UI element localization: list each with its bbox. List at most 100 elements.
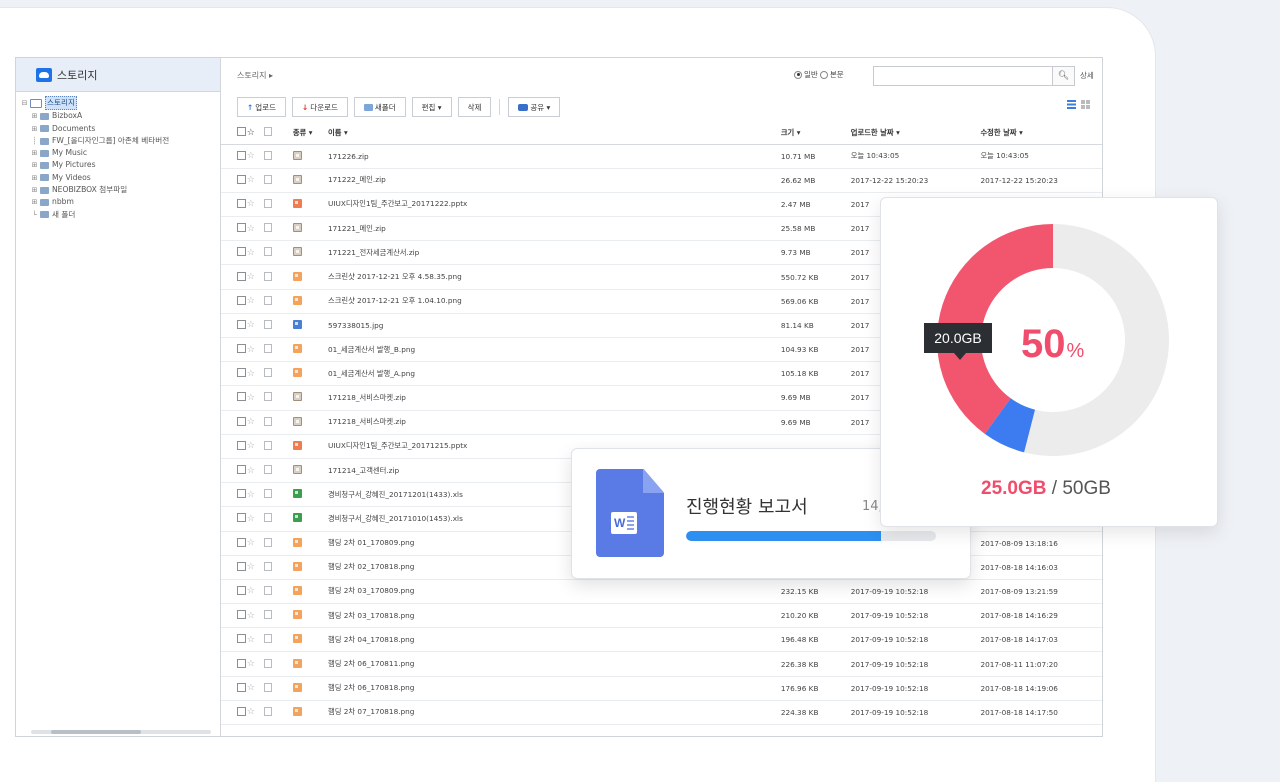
modified-column-header[interactable]: 수정한 날짜 ▾ (980, 122, 1102, 145)
table-row[interactable]: ☆ 햄딩 2차 07_170818.png 224.38 KB 2017-09-19 … (221, 700, 1102, 726)
star-icon[interactable]: ☆ (246, 434, 265, 459)
row-checkbox[interactable] (237, 682, 246, 692)
row-checkbox[interactable] (237, 392, 246, 402)
detail-search-link[interactable]: 상세 (1080, 70, 1094, 81)
star-icon[interactable]: ☆ (246, 410, 265, 435)
row-checkbox[interactable] (237, 513, 246, 523)
star-icon[interactable]: ☆ (246, 168, 265, 193)
table-row[interactable]: ☆ 햄딩 2차 03_170818.png 210.20 KB 2017-09-19 … (221, 603, 1102, 629)
star-icon[interactable]: ☆ (246, 603, 265, 629)
star-icon[interactable]: ☆ (246, 458, 265, 484)
star-icon[interactable]: ☆ (246, 313, 265, 339)
file-name[interactable]: 햄딩 2차 06_170818.png (328, 676, 781, 701)
file-name[interactable]: 597338015.jpg (328, 313, 781, 339)
tree-item[interactable]: ⊞ My Pictures (20, 159, 220, 171)
tree-item[interactable]: ⊞ nbbm (20, 196, 220, 208)
row-checkbox[interactable] (237, 465, 246, 475)
tree-expander-icon[interactable]: ⊞ (30, 172, 39, 184)
tree-expander-icon[interactable]: ⊞ (30, 184, 39, 196)
row-checkbox[interactable] (237, 585, 246, 595)
file-name[interactable]: 스크린샷 2017-12-21 오후 4.58.35.png (328, 264, 781, 290)
row-checkbox[interactable] (237, 706, 246, 716)
row-checkbox[interactable] (237, 295, 246, 305)
table-row[interactable]: ☆ 171226.zip 10.71 MB 오늘 10:43:05 오늘 10:43:0… (221, 144, 1102, 169)
sidebar-scrollbar[interactable] (31, 730, 211, 734)
tree-item[interactable]: └ 새 폴더 (20, 209, 220, 221)
file-name[interactable]: 햄딩 2차 06_170811.png (328, 651, 781, 677)
file-name[interactable]: 햄딩 2차 03_170818.png (328, 603, 781, 629)
scrollbar-thumb[interactable] (51, 730, 141, 734)
edit-button[interactable]: 편집 ▾ (411, 97, 452, 117)
name-column-header[interactable]: 이름 ▾ (328, 122, 781, 145)
row-checkbox[interactable] (237, 440, 246, 450)
tree-expander-icon[interactable]: ┊ (30, 135, 39, 147)
star-icon[interactable]: ☆ (246, 651, 265, 677)
table-row[interactable]: ☆ 햄딩 2차 03_170809.png 232.15 KB 2017-09-19 … (221, 579, 1102, 605)
grid-view-icon[interactable] (1081, 100, 1090, 109)
file-name[interactable]: 햄딩 2차 03_170809.png (328, 579, 781, 605)
delete-button[interactable]: 삭제 (457, 97, 492, 117)
star-icon[interactable]: ☆ (246, 700, 265, 726)
file-name[interactable]: 171226.zip (328, 144, 781, 169)
file-name[interactable]: 햄딩 2차 04_170818.png (328, 627, 781, 653)
star-icon[interactable]: ☆ (246, 144, 265, 169)
star-icon[interactable]: ☆ (246, 579, 265, 605)
row-checkbox[interactable] (237, 198, 246, 208)
share-button[interactable]: 공유 ▾ (508, 97, 561, 117)
size-column-header[interactable]: 크기 ▾ (780, 122, 851, 145)
sidebar-header[interactable]: 스토리지 (16, 58, 220, 92)
row-checkbox[interactable] (237, 368, 246, 378)
file-name[interactable]: 171221_메인.zip (328, 216, 781, 242)
radio-normal[interactable] (794, 70, 802, 79)
row-checkbox[interactable] (237, 634, 246, 644)
tree-item[interactable]: ⊟ 스토리지 (20, 96, 220, 111)
tree-expander-icon[interactable]: ⊞ (30, 123, 39, 135)
file-name[interactable]: UIUX디자인1팀_주간보고_20171222.pptx (328, 192, 781, 218)
list-view-icon[interactable] (1067, 100, 1076, 109)
star-icon[interactable]: ☆ (246, 216, 265, 242)
row-checkbox[interactable] (237, 344, 246, 354)
tree-expander-icon[interactable]: ⊞ (30, 147, 39, 159)
file-name[interactable]: 171218_서비스마켓.zip (328, 410, 781, 435)
star-icon[interactable]: ☆ (246, 531, 265, 556)
table-row[interactable]: ☆ 햄딩 2차 04_170818.png 196.48 KB 2017-09-19 … (221, 627, 1102, 653)
table-row[interactable]: ☆ 햄딩 2차 06_170818.png 176.96 KB 2017-09-19 … (221, 676, 1102, 701)
file-name[interactable]: 스크린샷 2017-12-21 오후 1.04.10.png (328, 289, 781, 314)
row-checkbox[interactable] (237, 610, 246, 620)
star-icon[interactable]: ☆ (246, 482, 265, 508)
select-all-checkbox[interactable] (237, 127, 246, 137)
file-name[interactable]: 햄딩 2차 07_170818.png (328, 700, 781, 726)
tree-expander-icon[interactable]: ⊟ (20, 97, 29, 109)
star-icon[interactable]: ☆ (246, 337, 265, 363)
table-row[interactable]: ☆ 171222_메인.zip 26.62 MB 2017-12-22 15:20:2… (221, 168, 1102, 193)
file-name[interactable]: 01_세금계산서 발행_B.png (328, 337, 781, 363)
row-checkbox[interactable] (237, 658, 246, 668)
tree-item[interactable]: ⊞ Documents (20, 123, 220, 135)
row-checkbox[interactable] (237, 319, 246, 329)
tree-expander-icon[interactable]: ⊞ (30, 159, 39, 171)
row-checkbox[interactable] (237, 537, 246, 547)
radio-body[interactable] (819, 70, 828, 79)
row-checkbox[interactable] (237, 150, 246, 160)
row-checkbox[interactable] (237, 247, 246, 257)
tree-expander-icon[interactable]: └ (30, 209, 39, 221)
file-name[interactable]: 01_세금계산서 발행_A.png (328, 361, 781, 387)
row-checkbox[interactable] (237, 271, 246, 281)
star-icon[interactable]: ☆ (246, 264, 265, 290)
file-name[interactable]: 171221_전자세금계산서.zip (328, 240, 781, 266)
row-checkbox[interactable] (237, 416, 246, 426)
tree-item[interactable]: ⊞ My Videos (20, 172, 220, 184)
star-icon[interactable]: ☆ (246, 361, 265, 387)
row-checkbox[interactable] (237, 223, 246, 233)
row-checkbox[interactable] (237, 561, 246, 571)
row-checkbox[interactable] (237, 174, 246, 184)
star-icon[interactable]: ☆ (246, 385, 265, 411)
row-checkbox[interactable] (237, 489, 246, 499)
tree-item[interactable]: ⊞ NEOBIZBOX 첨부파일 (20, 184, 220, 196)
search-input[interactable] (873, 66, 1053, 86)
table-row[interactable]: ☆ 햄딩 2차 06_170811.png 226.38 KB 2017-09-19 … (221, 651, 1102, 677)
star-icon[interactable]: ☆ (246, 289, 265, 314)
star-icon[interactable]: ☆ (246, 627, 265, 653)
tree-item[interactable]: ⊞ BizboxA (20, 110, 220, 122)
download-button[interactable]: ↓ 다운로드 (292, 97, 348, 117)
